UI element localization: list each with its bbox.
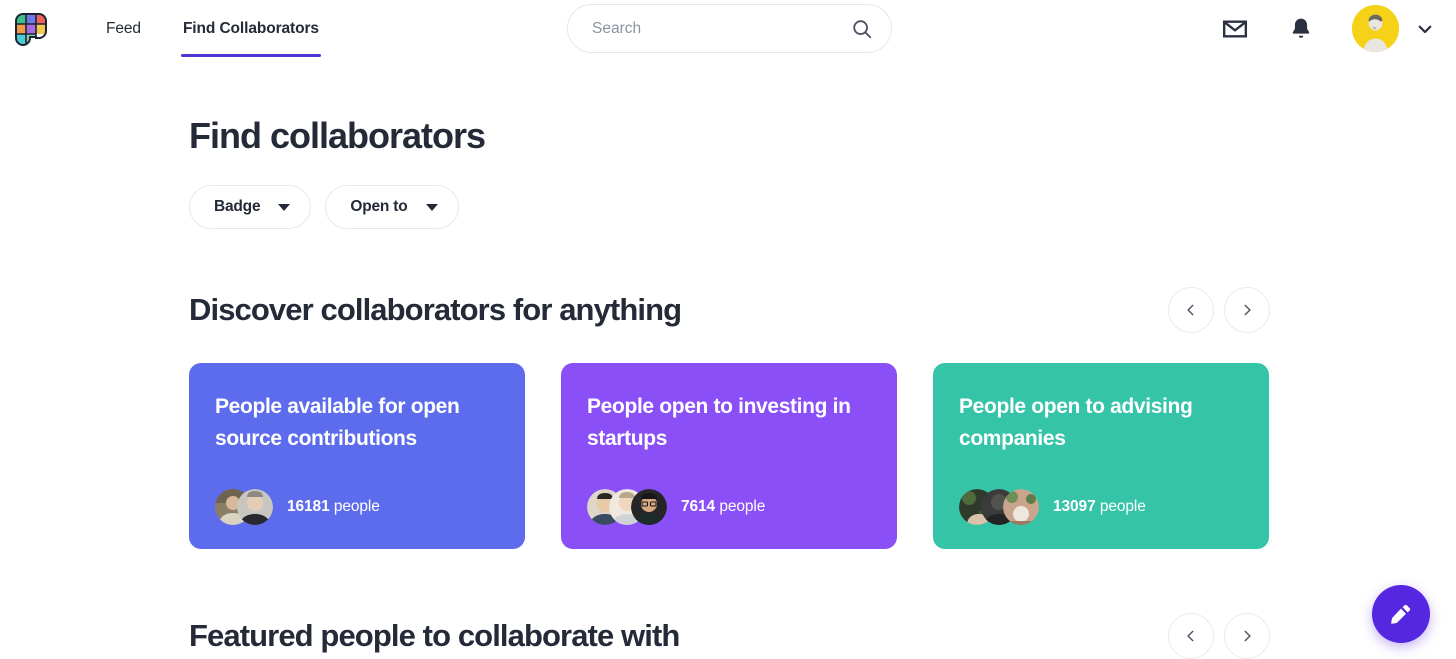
page-title: Find collaborators [189,115,486,156]
discover-section-header: Discover collaborators for anything [189,287,1270,333]
chevron-left-icon [1187,304,1194,316]
bell-icon[interactable] [1288,16,1314,42]
discover-next-button[interactable] [1224,287,1270,333]
search-icon[interactable] [851,18,873,40]
discover-card[interactable]: People available for open source contrib… [189,363,525,549]
avatar [631,489,667,525]
featured-carousel-nav [1168,613,1270,659]
avatar[interactable] [1352,5,1399,52]
main-content: Find collaborators Badge Open to Discove… [0,115,1456,659]
featured-next-button[interactable] [1224,613,1270,659]
avatar [1003,489,1039,525]
nav-tab-find-collaborators[interactable]: Find Collaborators [180,0,321,57]
discover-card-count-value: 13097 [1053,498,1096,515]
discover-card[interactable]: People open to advising companies 13097 … [933,363,1269,549]
discover-prev-button[interactable] [1168,287,1214,333]
avatar-image [1352,5,1399,52]
discover-card-count-suffix: people [1099,498,1146,515]
discover-card-count: 16181 people [287,498,380,516]
grid-logo[interactable] [14,12,48,46]
compose-fab-button[interactable] [1372,585,1430,643]
chevron-right-icon [1244,304,1251,316]
featured-section-title: Featured people to collaborate with [189,618,680,653]
avatar [237,489,273,525]
discover-card[interactable]: People open to investing in startups 761… [561,363,897,549]
search-input[interactable] [592,19,851,38]
pencil-icon [1391,604,1411,624]
avatar-image [1003,489,1039,525]
filter-badge-label: Badge [214,198,261,215]
discover-card-count-value: 7614 [681,498,716,515]
discover-card-footer: 13097 people [959,489,1243,525]
discover-card-title: People open to advising companies [959,395,1193,450]
chevron-right-icon [1244,630,1251,642]
discover-card-count-suffix: people [719,498,766,515]
primary-nav: Feed Find Collaborators [104,0,359,57]
discover-card-count: 7614 people [681,498,765,516]
filter-badge[interactable]: Badge [189,185,312,229]
header-actions [1182,0,1434,57]
discover-card-count: 13097 people [1053,498,1146,516]
nav-tab-feed-label: Feed [106,19,141,37]
avatar-image [237,489,273,525]
discover-card-footer: 7614 people [587,489,871,525]
filter-open-to[interactable]: Open to [325,185,459,229]
avatar-image [631,489,667,525]
avatar-stack [587,489,667,525]
avatar-stack [215,489,273,525]
discover-cards: People available for open source contrib… [189,363,1270,549]
discover-card-count-value: 16181 [287,498,330,515]
filter-open-to-label: Open to [350,198,408,215]
featured-section-header: Featured people to collaborate with [189,613,1270,659]
discover-section-title: Discover collaborators for anything [189,292,682,327]
app-header: Feed Find Collaborators [0,0,1456,57]
discover-card-count-suffix: people [333,498,380,515]
chevron-down-icon [278,203,291,211]
filter-bar: Badge Open to [189,185,1270,229]
discover-card-footer: 16181 people [215,489,499,525]
nav-tab-feed[interactable]: Feed [104,0,143,57]
search-box[interactable] [567,4,892,53]
avatar-stack [959,489,1039,525]
featured-prev-button[interactable] [1168,613,1214,659]
chevron-down-icon[interactable] [1416,20,1434,38]
chevron-down-icon [425,203,438,211]
discover-card-title: People available for open source contrib… [215,395,460,450]
search-container [567,4,892,53]
mail-icon[interactable] [1222,16,1248,42]
discover-carousel-nav [1168,287,1270,333]
chevron-left-icon [1187,630,1194,642]
nav-tab-find-collaborators-label: Find Collaborators [182,19,319,37]
discover-card-title: People open to investing in startups [587,395,851,450]
